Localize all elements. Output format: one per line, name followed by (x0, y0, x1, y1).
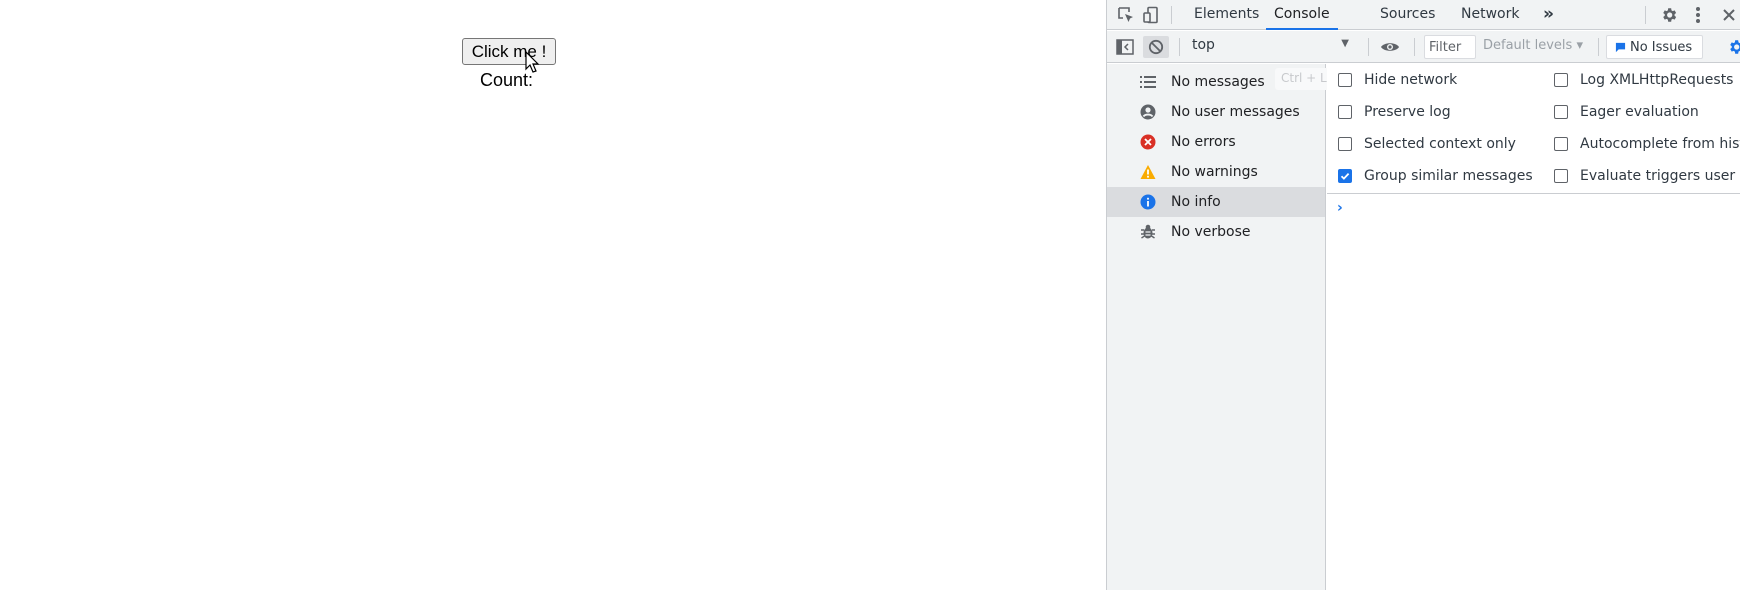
option-label: Autocomplete from histo (1580, 136, 1740, 152)
option-label: Group similar messages in c (1364, 168, 1534, 184)
sidebar-item-label: No warnings (1171, 164, 1258, 180)
bug-icon (1140, 224, 1156, 240)
devtools-panel: Elements Console Sources Network » top ▼ (1106, 0, 1740, 590)
more-tabs-icon[interactable]: » (1543, 0, 1554, 30)
info-icon (1140, 194, 1156, 210)
console-toolbar: top ▼ Default levels ▾ No Issues (1107, 31, 1740, 63)
checkbox[interactable] (1554, 105, 1568, 119)
execution-context-select[interactable]: top ▼ (1192, 37, 1352, 57)
toolbar-divider (1368, 38, 1369, 56)
sidebar-item-errors[interactable]: No errors (1107, 127, 1325, 157)
option-preserve-log[interactable]: Preserve log (1338, 101, 1534, 123)
option-hide-network[interactable]: Hide network (1338, 69, 1534, 91)
option-log-xmlhttprequests[interactable]: Log XMLHttpRequests (1554, 69, 1740, 91)
sidebar-item-warnings[interactable]: No warnings (1107, 157, 1325, 187)
sidebar-item-user-messages[interactable]: No user messages (1107, 97, 1325, 127)
sidebar-item-verbose[interactable]: No verbose (1107, 217, 1325, 247)
option-label: Preserve log (1364, 104, 1451, 120)
sidebar-item-info[interactable]: No info (1107, 187, 1325, 217)
option-selected-context-only[interactable]: Selected context only (1338, 133, 1534, 155)
console-settings-gear-icon[interactable] (1725, 36, 1740, 58)
option-label: Selected context only (1364, 136, 1516, 152)
close-devtools-icon[interactable] (1718, 4, 1740, 26)
option-autocomplete-history[interactable]: Autocomplete from histo (1554, 133, 1740, 155)
option-label: Log XMLHttpRequests (1580, 72, 1734, 88)
checkbox[interactable] (1554, 137, 1568, 151)
list-icon (1140, 74, 1156, 90)
toolbar-divider (1598, 38, 1599, 56)
log-levels-dropdown[interactable]: Default levels ▾ (1483, 38, 1583, 53)
clear-console-icon[interactable] (1143, 36, 1169, 58)
issues-label: No Issues (1630, 39, 1693, 55)
option-group-similar[interactable]: Group similar messages in c (1338, 165, 1534, 187)
sidebar-item-label: No messages (1171, 74, 1265, 90)
tab-sources[interactable]: Sources (1380, 0, 1435, 30)
option-label: Evaluate triggers user act (1580, 168, 1740, 184)
warning-icon (1140, 164, 1156, 180)
device-toolbar-icon[interactable] (1140, 4, 1162, 26)
chevron-down-icon: ▼ (1341, 38, 1349, 49)
inspect-element-icon[interactable] (1115, 4, 1137, 26)
checkbox-checked[interactable] (1338, 169, 1352, 183)
console-prompt-icon[interactable]: › (1337, 200, 1343, 216)
error-icon (1140, 134, 1156, 150)
toolbar-divider (1171, 6, 1172, 24)
checkbox[interactable] (1338, 137, 1352, 151)
more-options-icon[interactable] (1687, 4, 1709, 26)
web-page-viewport: Click me ! Count: (0, 0, 1106, 590)
sidebar-item-label: No info (1171, 194, 1221, 210)
sidebar-item-label: No errors (1171, 134, 1236, 150)
checkmark-icon (1340, 172, 1350, 180)
toolbar-divider (1179, 38, 1180, 56)
checkbox[interactable] (1554, 73, 1568, 87)
devtools-tab-bar: Elements Console Sources Network » (1107, 0, 1740, 30)
option-label: Hide network (1364, 72, 1458, 88)
toolbar-divider (1414, 38, 1415, 56)
filter-input[interactable] (1424, 35, 1476, 59)
toolbar-divider (1645, 6, 1646, 24)
option-eager-evaluation[interactable]: Eager evaluation (1554, 101, 1740, 123)
sidebar-toggle-icon[interactable] (1114, 36, 1136, 58)
sidebar-item-messages[interactable]: No messages (1107, 67, 1325, 97)
issues-message-icon (1615, 42, 1626, 52)
mouse-cursor-icon (525, 51, 540, 73)
live-expression-eye-icon[interactable] (1379, 36, 1401, 58)
console-settings-pane: Hide network Preserve log Selected conte… (1327, 64, 1740, 194)
option-label: Eager evaluation (1580, 104, 1699, 120)
issues-button[interactable]: No Issues (1606, 35, 1703, 59)
checkbox[interactable] (1554, 169, 1568, 183)
checkbox[interactable] (1338, 73, 1352, 87)
user-icon (1140, 104, 1156, 120)
context-value: top (1192, 37, 1215, 53)
tab-console[interactable]: Console (1266, 0, 1338, 30)
settings-gear-icon[interactable] (1658, 4, 1680, 26)
sidebar-item-label: No user messages (1171, 104, 1300, 120)
option-evaluate-triggers[interactable]: Evaluate triggers user act (1554, 165, 1740, 187)
click-me-button[interactable]: Click me ! (462, 38, 556, 65)
tab-elements[interactable]: Elements (1194, 0, 1259, 30)
checkbox[interactable] (1338, 105, 1352, 119)
sidebar-item-label: No verbose (1171, 224, 1251, 240)
tab-network[interactable]: Network (1461, 0, 1519, 30)
console-sidebar: Ctrl + L No messages No user messages No… (1107, 64, 1333, 590)
